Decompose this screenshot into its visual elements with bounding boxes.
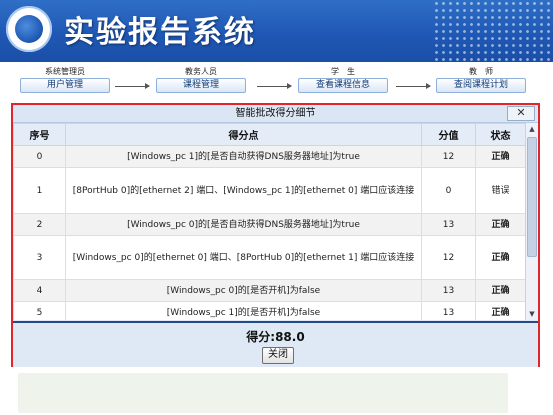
content-background [18, 373, 508, 413]
row-status: 正确 [475, 213, 525, 236]
table-row: 0 [Windows_pc 1]的[是否自动获得DNS服务器地址]为true 1… [13, 145, 525, 168]
role-label: 系统管理员 [45, 67, 85, 76]
row-point: [8PortHub 0]的[ethernet 2] 端口、[Windows_pc… [65, 167, 422, 214]
close-button[interactable]: 关闭 [262, 347, 294, 364]
column-header-status: 状态 [475, 123, 525, 146]
row-score: 13 [421, 301, 476, 320]
close-icon[interactable]: ✕ [507, 106, 535, 121]
row-point: [Windows_pc 1]的[是否自动获得DNS服务器地址]为true [65, 145, 422, 168]
row-status: 正确 [475, 145, 525, 168]
table-row: 2 [Windows_pc 0]的[是否自动获得DNS服务器地址]为true 1… [13, 213, 525, 236]
row-no: 0 [13, 145, 66, 168]
column-header-point: 得分点 [65, 123, 422, 146]
arrow-icon [257, 83, 292, 89]
row-score: 13 [421, 213, 476, 236]
view-course-plan-button[interactable]: 查阅课程计划 [436, 78, 526, 93]
row-status: 错误 [475, 167, 525, 214]
arrow-icon [115, 83, 150, 89]
column-header-no: 序号 [13, 123, 66, 146]
row-score: 12 [421, 145, 476, 168]
view-course-info-button[interactable]: 查看课程信息 [298, 78, 388, 93]
total-score: 得分:88.0 [246, 330, 305, 344]
header-decoration [433, 0, 553, 62]
table-row: 5 [Windows_pc 1]的[是否开机]为false 13 正确 [13, 301, 525, 320]
page-bottom [0, 370, 553, 415]
arrow-icon [396, 83, 431, 89]
score-table-container: 序号 得分点 分值 状态 0 [Windows_pc 1]的[是否自动获得DNS… [13, 123, 525, 320]
row-status: 正确 [475, 301, 525, 320]
step-teacher: 教 师 查阅课程计划 [436, 66, 526, 93]
table-row: 4 [Windows_pc 0]的[是否开机]为false 13 正确 [13, 279, 525, 302]
row-score: 0 [421, 167, 476, 214]
row-score: 13 [421, 279, 476, 302]
step-student: 学 生 查看课程信息 [298, 66, 388, 93]
row-no: 4 [13, 279, 66, 302]
score-table: 序号 得分点 分值 状态 0 [Windows_pc 1]的[是否自动获得DNS… [13, 123, 525, 320]
role-label: 学 生 [331, 67, 355, 76]
row-point: [Windows_pc 0]的[ethernet 0] 端口、[8PortHub… [65, 235, 422, 280]
row-status: 正确 [475, 235, 525, 280]
row-no: 2 [13, 213, 66, 236]
course-management-button[interactable]: 课程管理 [156, 78, 246, 93]
row-score: 12 [421, 235, 476, 280]
table-row: 1 [8PortHub 0]的[ethernet 2] 端口、[Windows_… [13, 167, 525, 214]
row-no: 5 [13, 301, 66, 320]
table-header-row: 序号 得分点 分值 状态 [13, 123, 525, 146]
score-detail-dialog: 智能批改得分细节 ✕ 序号 得分点 分值 状态 0 [Windows_pc 1]… [11, 103, 540, 367]
university-logo-icon [6, 6, 52, 52]
column-header-score: 分值 [421, 123, 476, 146]
row-no: 1 [13, 167, 66, 214]
step-academic: 教务人员 课程管理 [156, 66, 246, 93]
row-point: [Windows_pc 0]的[是否开机]为false [65, 279, 422, 302]
role-label: 教务人员 [185, 67, 217, 76]
user-management-button[interactable]: 用户管理 [20, 78, 110, 93]
dialog-title: 智能批改得分细节 [13, 105, 538, 123]
row-no: 3 [13, 235, 66, 280]
vertical-scrollbar[interactable]: ▲ ▼ [525, 123, 538, 320]
role-label: 教 师 [469, 67, 493, 76]
row-point: [Windows_pc 0]的[是否自动获得DNS服务器地址]为true [65, 213, 422, 236]
scrollbar-thumb[interactable] [527, 137, 537, 257]
table-row: 3 [Windows_pc 0]的[ethernet 0] 端口、[8PortH… [13, 235, 525, 280]
row-status: 正确 [475, 279, 525, 302]
app-header: 实验报告系统 [0, 0, 553, 62]
app-title: 实验报告系统 [64, 15, 256, 50]
row-point: [Windows_pc 1]的[是否开机]为false [65, 301, 422, 320]
step-admin: 系统管理员 用户管理 [20, 66, 110, 93]
scroll-up-icon[interactable]: ▲ [526, 123, 538, 135]
scroll-down-icon[interactable]: ▼ [526, 308, 538, 320]
workflow-strip: 系统管理员 用户管理 教务人员 课程管理 学 生 查看课程信息 教 师 查阅课程… [12, 66, 542, 106]
dialog-footer: 得分:88.0 关闭 [13, 321, 538, 367]
